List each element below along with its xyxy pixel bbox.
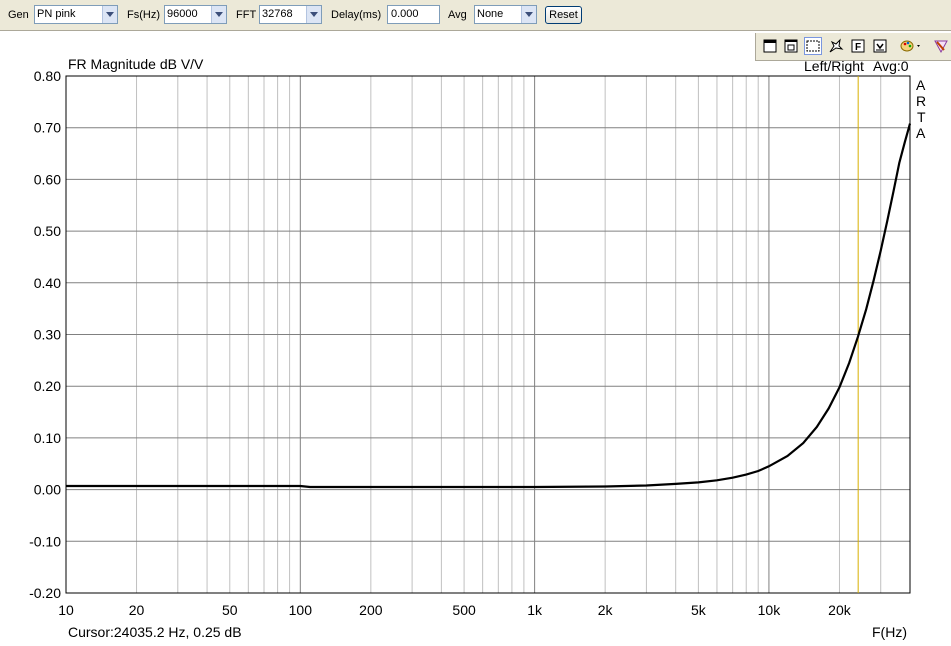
chevron-down-icon[interactable]	[211, 6, 226, 23]
y-tick-label: -0.10	[29, 533, 61, 549]
grid	[66, 76, 910, 593]
response-curve	[66, 123, 912, 489]
f-button-icon[interactable]: F	[849, 37, 867, 55]
graph-icon-toolbar: F	[755, 33, 951, 61]
y-tick-label: 0.80	[34, 68, 61, 84]
brush-icon[interactable]	[932, 37, 950, 55]
y-tick-label: 0.30	[34, 327, 61, 343]
fs-select[interactable]: 96000	[164, 5, 227, 24]
brand-letter: R	[916, 93, 926, 109]
fs-label: Fs(Hz)	[127, 9, 160, 21]
x-tick-label: 2k	[598, 602, 614, 618]
y-tick-label: 0.00	[34, 482, 61, 498]
fft-select[interactable]: 32768	[259, 5, 322, 24]
save-graph-icon[interactable]	[871, 37, 889, 55]
avg-label: Avg	[448, 9, 467, 21]
y-tick-label: 0.10	[34, 430, 61, 446]
x-tick-label: 1k	[527, 602, 543, 618]
y-tick-label: 0.60	[34, 171, 61, 187]
delay-label: Delay(ms)	[331, 9, 382, 21]
window-icon[interactable]	[761, 37, 779, 55]
gen-select[interactable]: PN pink	[34, 5, 118, 24]
avg-select[interactable]: None	[474, 5, 537, 24]
reset-button[interactable]: Reset	[545, 6, 582, 24]
brand-letter: T	[917, 109, 926, 125]
x-tick-label: 10k	[758, 602, 782, 618]
y-tick-label: 0.40	[34, 275, 61, 291]
chart-title: FR Magnitude dB V/V	[68, 56, 204, 72]
fs-select-value: 96000	[167, 8, 198, 20]
marker-icon[interactable]	[827, 37, 845, 55]
y-tick-label: 0.50	[34, 223, 61, 239]
x-tick-label: 10	[58, 602, 74, 618]
x-axis-ticks: 10 20 50 100 200 500 1k 2k 5k 10k 20k	[58, 602, 852, 618]
x-tick-label: 200	[359, 602, 383, 618]
delay-input[interactable]: 0.000	[387, 5, 440, 24]
select-region-icon[interactable]	[804, 37, 822, 55]
svg-text:F: F	[855, 42, 861, 53]
chevron-down-icon[interactable]	[306, 6, 321, 23]
frequency-response-chart[interactable]: 0.80 0.70 0.60 0.50 0.40 0.30 0.20 0.10 0.00 -0.1…	[0, 31, 951, 646]
delay-input-value: 0.000	[391, 8, 419, 20]
cursor-readout: Cursor:24035.2 Hz, 0.25 dB	[68, 624, 242, 640]
gen-select-value: PN pink	[37, 8, 76, 20]
y-tick-label: 0.20	[34, 378, 61, 394]
palette-icon[interactable]	[899, 37, 925, 55]
chevron-down-icon[interactable]	[102, 6, 117, 23]
fft-label: FFT	[236, 9, 257, 21]
x-tick-label: 500	[452, 602, 476, 618]
gen-label: Gen	[8, 9, 29, 21]
y-tick-label: 0.70	[34, 120, 61, 136]
tile-window-icon[interactable]	[782, 37, 800, 55]
brand-letter: A	[916, 77, 926, 93]
x-tick-label: 50	[222, 602, 238, 618]
x-tick-label: 20k	[828, 602, 852, 618]
brand-letter: A	[916, 125, 926, 141]
avg-select-value: None	[477, 8, 504, 20]
x-tick-label: 5k	[691, 602, 707, 618]
y-axis-ticks: 0.80 0.70 0.60 0.50 0.40 0.30 0.20 0.10 0.00 -0.1…	[29, 68, 61, 601]
top-toolbar: Gen PN pink Fs(Hz) 96000 FFT 32768 Delay…	[0, 0, 951, 31]
x-tick-label: 20	[129, 602, 145, 618]
x-tick-label: 100	[289, 602, 313, 618]
y-tick-label: -0.20	[29, 585, 61, 601]
chevron-down-icon[interactable]	[521, 6, 536, 23]
fft-select-value: 32768	[262, 8, 293, 20]
x-axis-unit-label: F(Hz)	[872, 624, 907, 640]
